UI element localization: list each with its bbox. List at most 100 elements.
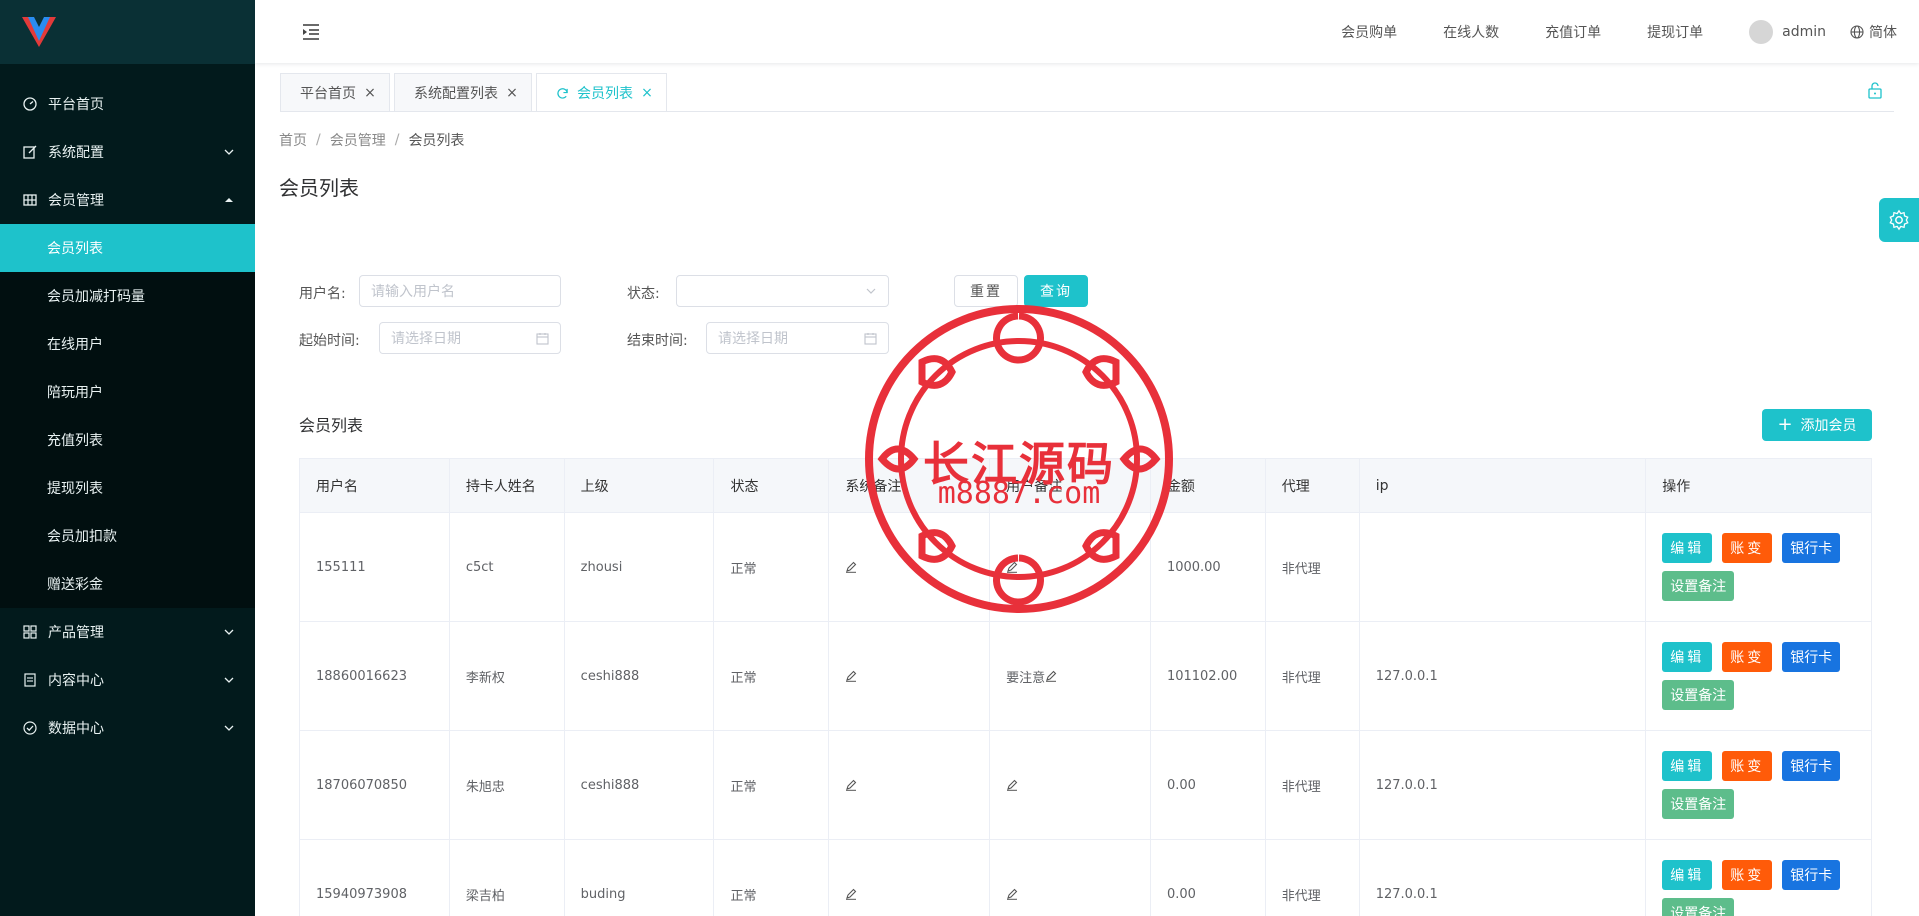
cell-amount: 1000.00 <box>1151 513 1266 621</box>
pencil-icon[interactable] <box>845 561 857 573</box>
plus-icon: + <box>1777 414 1793 435</box>
balance-change-button[interactable]: 账变 <box>1722 642 1773 672</box>
pencil-icon[interactable] <box>1006 779 1018 791</box>
sidebar-item-system-config[interactable]: 系统配置 <box>0 128 255 176</box>
column-header[interactable]: 用户名 <box>300 459 450 512</box>
cell-user-note <box>990 731 1151 839</box>
balance-change-button[interactable]: 账变 <box>1722 751 1773 781</box>
tab-system-config[interactable]: 系统配置列表 × <box>394 73 532 112</box>
set-note-button[interactable]: 设置备注 <box>1662 680 1735 710</box>
cell-status: 正常 <box>714 840 830 916</box>
column-header[interactable]: 持卡人姓名 <box>450 459 565 512</box>
balance-change-button[interactable]: 账变 <box>1722 860 1773 890</box>
balance-change-button[interactable]: 账变 <box>1722 533 1773 563</box>
header-link-member-orders[interactable]: 会员购单 <box>1341 22 1397 42</box>
start-date-input[interactable]: 请选择日期 <box>379 322 561 354</box>
bank-card-button[interactable]: 银行卡 <box>1782 860 1841 890</box>
pencil-icon[interactable] <box>1006 888 1018 900</box>
chevron-down-icon <box>223 722 235 734</box>
sidebar-subitem-online-users[interactable]: 在线用户 <box>0 320 255 368</box>
cell-actions: 编辑 账变 银行卡设置备注 <box>1646 840 1871 916</box>
cell-actions: 编辑 账变 银行卡设置备注 <box>1646 513 1871 621</box>
unlock-icon[interactable] <box>1867 81 1883 103</box>
edit-button[interactable]: 编辑 <box>1662 533 1713 563</box>
column-header[interactable]: 金额 <box>1151 459 1266 512</box>
start-date-label: 起始时间: <box>299 333 360 349</box>
cell-amount: 0.00 <box>1151 840 1266 916</box>
header-link-withdraw-orders[interactable]: 提现订单 <box>1647 22 1703 42</box>
chevron-down-icon <box>223 626 235 638</box>
sidebar-menu: 平台首页 系统配置 会员管理 会员列表 会员加减打码量 在线用户 陪玩用户 充值… <box>0 64 255 752</box>
cell-cardholder: 朱旭忠 <box>450 731 565 839</box>
header-link-recharge-orders[interactable]: 充值订单 <box>1545 22 1601 42</box>
pencil-icon[interactable] <box>845 888 857 900</box>
breadcrumb-home[interactable]: 首页 <box>279 130 307 150</box>
set-note-button[interactable]: 设置备注 <box>1662 571 1735 601</box>
refresh-icon[interactable] <box>556 87 569 100</box>
cell-cardholder: 梁吉柏 <box>450 840 565 916</box>
sidebar-subitem-companion-users[interactable]: 陪玩用户 <box>0 368 255 416</box>
cell-amount: 101102.00 <box>1151 622 1266 730</box>
settings-button[interactable] <box>1879 198 1919 242</box>
sidebar-item-content[interactable]: 内容中心 <box>0 656 255 704</box>
sidebar-item-member-management[interactable]: 会员管理 <box>0 176 255 224</box>
cell-user-note <box>990 513 1151 621</box>
cell-system-note <box>829 731 991 839</box>
sidebar-item-data[interactable]: 数据中心 <box>0 704 255 752</box>
breadcrumb-member-management[interactable]: 会员管理 <box>330 130 386 150</box>
pencil-icon[interactable] <box>845 779 857 791</box>
language-switch[interactable]: 简体 <box>1850 22 1897 42</box>
chevron-down-icon <box>223 674 235 686</box>
bank-card-button[interactable]: 银行卡 <box>1782 642 1841 672</box>
sidebar-subitem-recharge-list[interactable]: 充值列表 <box>0 416 255 464</box>
pencil-icon[interactable] <box>845 670 857 682</box>
sidebar-item-products[interactable]: 产品管理 <box>0 608 255 656</box>
sidebar-subitem-withdraw-list[interactable]: 提现列表 <box>0 464 255 512</box>
column-header[interactable]: 用户备注 <box>990 459 1151 512</box>
sidebar-subitem-member-adjust[interactable]: 会员加扣款 <box>0 512 255 560</box>
bank-card-button[interactable]: 银行卡 <box>1782 533 1841 563</box>
edit-button[interactable]: 编辑 <box>1662 860 1713 890</box>
pencil-icon[interactable] <box>1045 670 1057 682</box>
sidebar-subitem-member-list[interactable]: 会员列表 <box>0 224 255 272</box>
edit-icon <box>22 144 38 160</box>
tab-home[interactable]: 平台首页 × <box>280 73 390 112</box>
username[interactable]: admin <box>1782 24 1826 40</box>
column-header[interactable]: 操作 <box>1646 459 1871 512</box>
close-icon[interactable]: × <box>364 86 376 100</box>
sidebar-item-home[interactable]: 平台首页 <box>0 80 255 128</box>
menu-fold-icon[interactable] <box>301 22 321 42</box>
row-actions: 编辑 账变 银行卡设置备注 <box>1662 751 1852 819</box>
edit-button[interactable]: 编辑 <box>1662 751 1713 781</box>
chevron-down-icon <box>223 146 235 158</box>
query-button[interactable]: 查询 <box>1024 275 1088 307</box>
column-header[interactable]: 系统备注 <box>829 459 991 512</box>
end-date-input[interactable]: 请选择日期 <box>706 322 889 354</box>
sidebar-subitem-bonus[interactable]: 赠送彩金 <box>0 560 255 608</box>
column-header[interactable]: 代理 <box>1266 459 1360 512</box>
top-header: 会员购单 在线人数 充值订单 提现订单 admin 简体 <box>255 0 1919 63</box>
pencil-icon[interactable] <box>1006 561 1018 573</box>
close-icon[interactable]: × <box>641 86 653 100</box>
table-header: 用户名 持卡人姓名 上级 状态 系统备注 用户备注 金额 代理 ip 操作 <box>300 459 1871 513</box>
column-header[interactable]: 状态 <box>714 459 830 512</box>
bank-card-button[interactable]: 银行卡 <box>1782 751 1841 781</box>
set-note-button[interactable]: 设置备注 <box>1662 898 1735 916</box>
close-icon[interactable]: × <box>506 86 518 100</box>
table-row: 15940973908 梁吉柏 buding 正常 0.00 非代理 127.0.0.1 编辑… <box>300 840 1871 916</box>
status-select[interactable] <box>676 275 889 307</box>
column-header[interactable]: ip <box>1360 459 1647 512</box>
cell-actions: 编辑 账变 银行卡设置备注 <box>1646 731 1871 839</box>
column-header[interactable]: 上级 <box>565 459 715 512</box>
header-link-online-count[interactable]: 在线人数 <box>1443 22 1499 42</box>
add-member-button[interactable]: + 添加会员 <box>1762 409 1872 441</box>
set-note-button[interactable]: 设置备注 <box>1662 789 1735 819</box>
tab-member-list[interactable]: 会员列表 × <box>536 73 667 112</box>
avatar[interactable] <box>1749 19 1774 44</box>
page-title: 会员列表 <box>279 176 359 200</box>
reset-button[interactable]: 重置 <box>954 275 1018 307</box>
sidebar-subitem-member-wager[interactable]: 会员加减打码量 <box>0 272 255 320</box>
cell-username: 15940973908 <box>300 840 450 916</box>
username-input[interactable]: 请输入用户名 <box>359 275 561 307</box>
edit-button[interactable]: 编辑 <box>1662 642 1713 672</box>
